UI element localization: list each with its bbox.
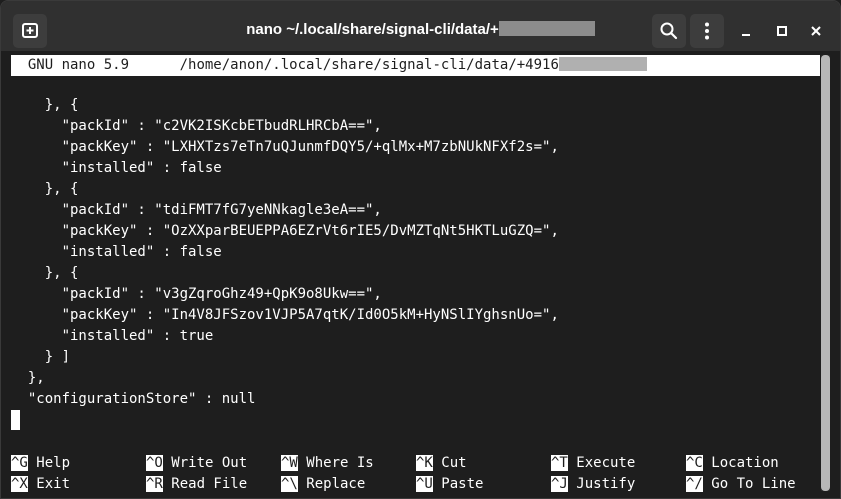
terminal-window: nano ~/.local/share/signal-cli/data/+ GN… — [0, 0, 841, 499]
code-line: "installed" : true — [11, 328, 214, 344]
maximize-button[interactable] — [771, 20, 793, 42]
shortcut-key: ^/ — [686, 476, 703, 492]
text-cursor — [11, 410, 20, 430]
terminal-area[interactable]: GNU nano 5.9 /home/anon/.local/share/sig… — [1, 51, 840, 498]
shortcut-key: ^U — [416, 476, 433, 492]
code-line: }, { — [11, 97, 79, 113]
shortcut-key: ^\ — [281, 476, 298, 492]
code-line: }, — [11, 370, 45, 386]
shortcut-label: Replace — [297, 476, 366, 492]
shortcut-label: Go To Line — [702, 476, 796, 492]
minimize-button[interactable] — [735, 20, 757, 42]
shortcut-label: Help — [27, 455, 71, 471]
nano-status-bar: GNU nano 5.9 /home/anon/.local/share/sig… — [11, 55, 820, 76]
code-line: "packId" : "tdiFMT7fG7yeNNkagle3eA==", — [11, 202, 382, 218]
code-line: "packId" : "v3gZqroGhz49+QpK9o8Ukw==", — [11, 286, 382, 302]
shortcut-item: ^T Execute — [551, 453, 635, 474]
redacted-path-block — [558, 57, 647, 71]
scrollbar-thumb[interactable] — [821, 55, 830, 491]
nano-version: GNU nano 5.9 — [27, 57, 130, 73]
code-line: "configurationStore" : null — [11, 391, 256, 407]
shortcut-item: ^U Paste — [416, 474, 483, 495]
maximize-icon — [777, 26, 787, 36]
code-line: "installed" : false — [11, 244, 222, 260]
menu-button[interactable] — [690, 14, 724, 48]
shortcut-label: Cut — [432, 455, 467, 471]
shortcut-item: ^K Cut — [416, 453, 467, 474]
nano-file-path: /home/anon/.local/share/signal-cli/data/… — [179, 57, 559, 73]
code-line: "packKey" : "OzXXparBEUEPPA6EZrVt6rIE5/D… — [11, 223, 559, 239]
shortcut-label: Location — [702, 455, 779, 471]
code-line: }, { — [11, 181, 79, 197]
redacted-phone-block — [498, 21, 595, 36]
shortcut-label: Read File — [162, 476, 248, 492]
code-line: } ] — [11, 349, 71, 365]
shortcut-item: ^O Write Out — [146, 453, 247, 474]
shortcut-item: ^\ Replace — [281, 474, 365, 495]
kebab-menu-icon — [705, 22, 709, 40]
shortcut-label: Exit — [27, 476, 71, 492]
code-line: }, { — [11, 265, 79, 281]
shortcut-item: ^J Justify — [551, 474, 635, 495]
shortcut-label: Where Is — [297, 455, 374, 471]
search-button[interactable] — [652, 14, 686, 48]
shortcut-label: Justify — [567, 476, 636, 492]
shortcut-key: ^T — [551, 455, 568, 471]
shortcut-key: ^G — [11, 455, 28, 471]
code-line: "packKey" : "In4V8JFSzov1VJP5A7qtK/Id0O5… — [11, 307, 559, 323]
shortcut-item: ^W Where Is — [281, 453, 374, 474]
shortcut-key: ^W — [281, 455, 298, 471]
code-line: "packKey" : "LXHXTzs7eTn7uQJunmfDQY5/+ql… — [11, 139, 559, 155]
shortcut-item: ^X Exit — [11, 474, 70, 495]
shortcut-key: ^X — [11, 476, 28, 492]
title-bar: nano ~/.local/share/signal-cli/data/+ — [1, 1, 840, 51]
search-icon — [660, 22, 678, 40]
close-icon — [811, 26, 821, 36]
shortcut-item: ^C Location — [686, 453, 779, 474]
window-title-text: nano ~/.local/share/signal-cli/data/+ — [246, 21, 499, 38]
minimize-icon — [742, 34, 750, 36]
shortcut-key: ^K — [416, 455, 433, 471]
code-line: } — [11, 410, 559, 431]
shortcut-item: ^G Help — [11, 453, 70, 474]
code-line: "installed" : false — [11, 160, 222, 176]
shortcut-key: ^J — [551, 476, 568, 492]
code-line: "packId" : "c2VK2ISKcbETbudRLHRCbA==", — [11, 118, 382, 134]
shortcut-label: Paste — [432, 476, 484, 492]
shortcut-key: ^C — [686, 455, 703, 471]
shortcut-key: ^O — [146, 455, 163, 471]
shortcut-key: ^R — [146, 476, 163, 492]
shortcut-label: Execute — [567, 455, 636, 471]
shortcut-label: Write Out — [162, 455, 248, 471]
shortcut-item: ^R Read File — [146, 474, 247, 495]
close-button[interactable] — [805, 20, 827, 42]
shortcut-item: ^/ Go To Line — [686, 474, 796, 495]
file-content[interactable]: }, { "packId" : "c2VK2ISKcbETbudRLHRCbA=… — [11, 95, 559, 431]
